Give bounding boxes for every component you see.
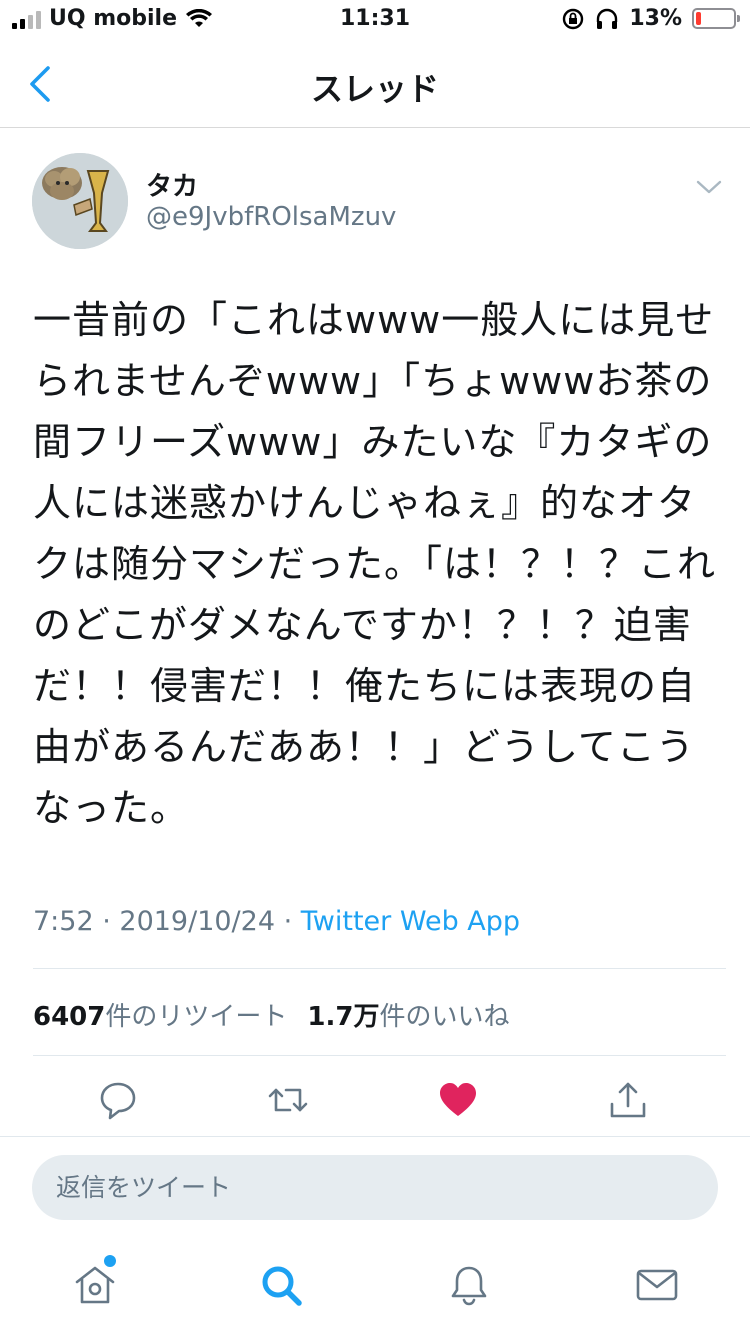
divider <box>33 968 726 969</box>
navigation-bar: スレッド <box>0 40 750 128</box>
notification-dot <box>104 1255 116 1267</box>
page-title: スレッド <box>310 70 439 108</box>
retweet-stat[interactable]: 6407件のリツイート <box>33 996 287 1033</box>
notifications-icon[interactable] <box>446 1262 492 1308</box>
like-label: 件のいいね <box>379 1002 510 1032</box>
retweet-label: 件のリツイート <box>105 1002 288 1032</box>
divider <box>33 1055 726 1056</box>
tweet-stats: 6407件のリツイート 1.7万件のいいね <box>33 996 509 1033</box>
divider <box>0 1136 750 1137</box>
tweet-time: 7:52 <box>33 906 94 937</box>
like-count: 1.7万 <box>307 1002 380 1032</box>
battery-level <box>696 12 701 25</box>
user-handle[interactable]: @e9JvbfROlsaMzuv <box>146 202 396 232</box>
battery-percent: 13% <box>629 6 682 31</box>
like-stat[interactable]: 1.7万件のいいね <box>307 996 509 1033</box>
chevron-down-icon[interactable] <box>694 176 724 198</box>
meta-separator: · <box>275 906 301 937</box>
orientation-lock-icon <box>563 8 584 29</box>
share-icon[interactable] <box>606 1078 650 1122</box>
retweet-count: 6407 <box>33 1002 106 1032</box>
tweet-text: 一昔前の「これはwww一般人には見せられませんぞwww」「ちょwwwお茶の間フリ… <box>33 298 717 830</box>
tweet-date: 2019/10/24 <box>119 906 276 937</box>
home-icon[interactable] <box>72 1262 118 1308</box>
retweet-icon[interactable] <box>266 1078 310 1122</box>
status-bar: UQ mobile 11:31 13% <box>0 0 750 40</box>
search-icon[interactable] <box>258 1262 304 1308</box>
avatar[interactable] <box>32 153 128 249</box>
tweet-timestamp: 7:52 · 2019/10/24 · Twitter Web App <box>33 906 520 937</box>
like-icon[interactable] <box>436 1078 480 1122</box>
battery-icon <box>692 8 740 29</box>
messages-icon[interactable] <box>634 1262 680 1308</box>
user-display-name[interactable]: タカ <box>146 166 198 203</box>
reply-input[interactable]: 返信をツイート <box>32 1155 718 1220</box>
source-app-link[interactable]: Twitter Web App <box>301 906 520 937</box>
meta-separator: · <box>93 906 120 937</box>
headphones-icon <box>597 8 618 29</box>
reply-icon[interactable] <box>96 1078 140 1122</box>
